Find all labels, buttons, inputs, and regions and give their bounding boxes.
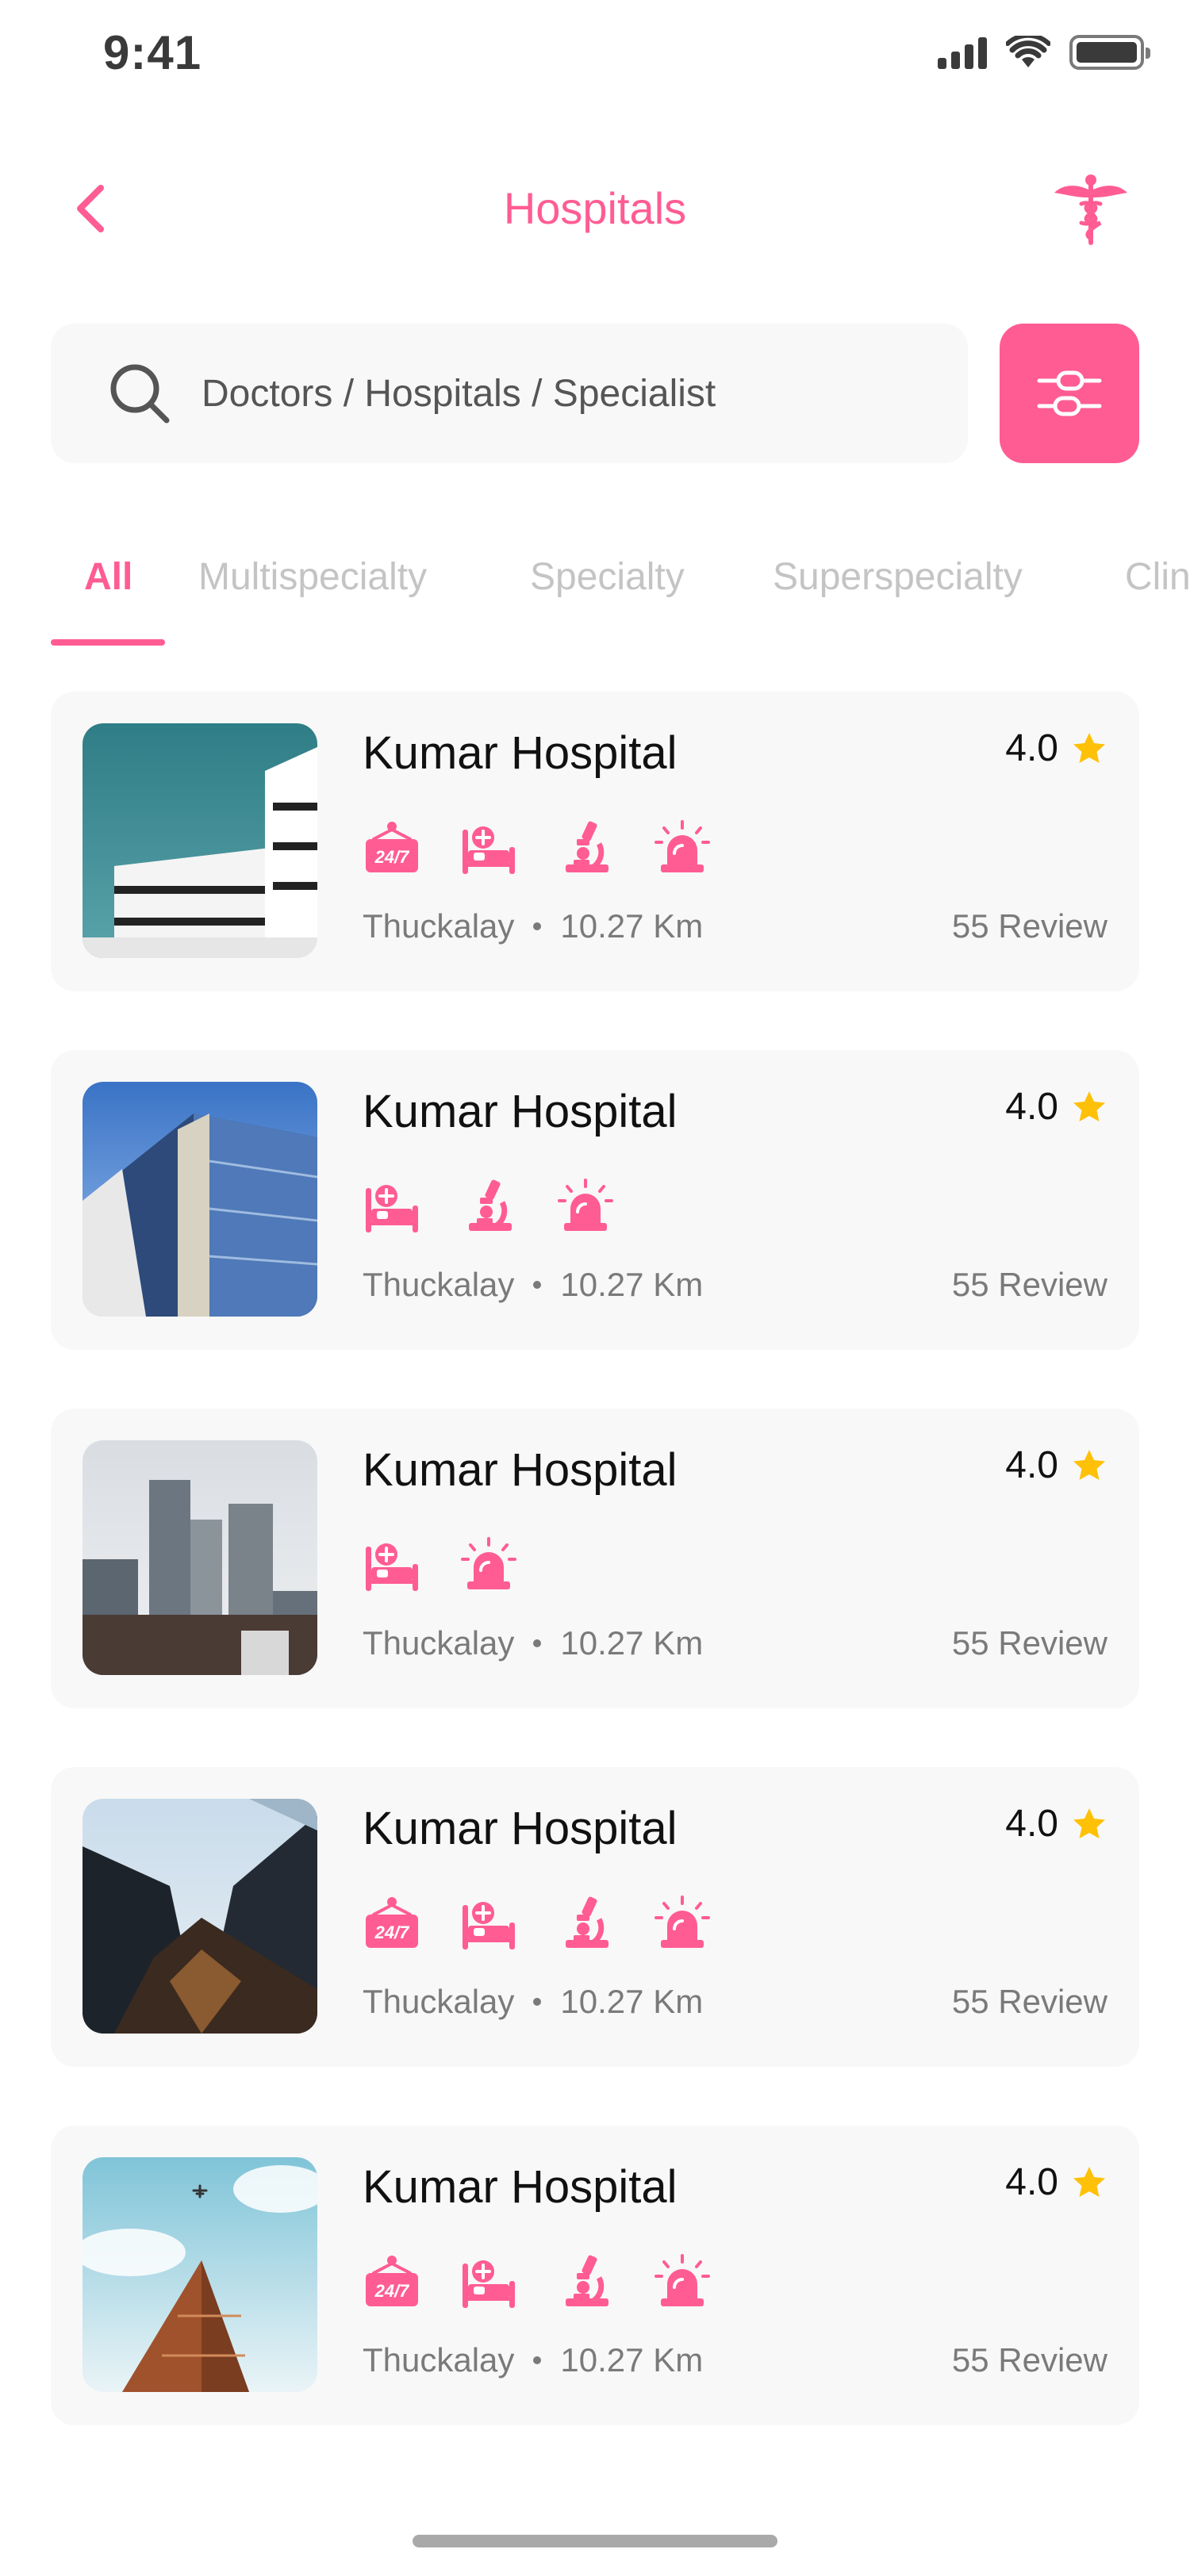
hospital-name: Kumar Hospital	[363, 1444, 678, 1496]
emergency-siren-icon	[459, 1535, 518, 1594]
wifi-icon	[1006, 36, 1050, 67]
distance: 10.27 Km	[560, 2341, 704, 2379]
hospital-image	[83, 1440, 317, 1675]
24-7-icon	[363, 1894, 421, 1953]
rating: 4.0	[1005, 2160, 1107, 2204]
hospital-bed-icon	[459, 818, 518, 877]
search-icon	[110, 364, 170, 424]
category-tabs: All Multispecialty Specialty Superspecia…	[0, 539, 1190, 650]
microscope-icon	[556, 2252, 615, 2311]
hospital-card[interactable]: Kumar Hospital 4.0 Thuckalay 10.27 Km 55…	[51, 1050, 1139, 1350]
separator-dot	[533, 2356, 542, 2364]
rating: 4.0	[1005, 726, 1107, 770]
distance: 10.27 Km	[560, 907, 704, 945]
signal-icon	[938, 36, 987, 69]
microscope-icon	[459, 1177, 518, 1236]
location-info: Thuckalay 10.27 Km	[363, 1624, 703, 1662]
status-bar: 9:41	[0, 0, 1190, 111]
location-name: Thuckalay	[363, 1266, 515, 1303]
emergency-siren-icon	[653, 2252, 712, 2311]
active-tab-indicator	[51, 639, 165, 646]
star-icon	[1071, 1089, 1107, 1125]
hospital-image	[83, 1082, 317, 1317]
hospital-image	[83, 2157, 317, 2392]
status-icons	[938, 35, 1150, 70]
rating-value: 4.0	[1005, 1086, 1058, 1128]
hospital-card[interactable]: Kumar Hospital 4.0 Thuckalay 10.27 Km 55…	[51, 2126, 1139, 2425]
hospital-card[interactable]: Kumar Hospital 4.0 Thuckalay 10.27 Km 55…	[51, 1409, 1139, 1708]
emergency-siren-icon	[653, 818, 712, 877]
hospital-bed-icon	[363, 1535, 421, 1594]
home-indicator[interactable]	[413, 2535, 777, 2547]
distance: 10.27 Km	[560, 1624, 704, 1662]
sliders-icon	[1037, 370, 1102, 416]
hospital-name: Kumar Hospital	[363, 727, 678, 779]
star-icon	[1071, 1806, 1107, 1842]
separator-dot	[533, 922, 542, 930]
rating-value: 4.0	[1005, 727, 1058, 769]
hospital-card[interactable]: Kumar Hospital 4.0 Thuckalay 10.27 Km 55…	[51, 692, 1139, 991]
rating-value: 4.0	[1005, 1444, 1058, 1486]
microscope-icon	[556, 818, 615, 877]
amenity-icons	[363, 1535, 518, 1594]
amenity-icons	[363, 818, 712, 877]
review-count: 55 Review	[951, 1983, 1107, 2020]
rating: 4.0	[1005, 1085, 1107, 1129]
location-name: Thuckalay	[363, 1983, 515, 2020]
location-name: Thuckalay	[363, 907, 515, 945]
review-count: 55 Review	[951, 1266, 1107, 1303]
tab-specialty[interactable]: Specialty	[530, 555, 685, 599]
distance: 10.27 Km	[560, 1983, 704, 2020]
rating: 4.0	[1005, 1802, 1107, 1846]
hospital-image	[83, 1799, 317, 2034]
location-info: Thuckalay 10.27 Km	[363, 1266, 703, 1304]
location-name: Thuckalay	[363, 1624, 515, 1662]
hospital-name: Kumar Hospital	[363, 1803, 678, 1854]
hospital-card[interactable]: Kumar Hospital 4.0 Thuckalay 10.27 Km 55…	[51, 1767, 1139, 2067]
hospital-name: Kumar Hospital	[363, 2161, 678, 2213]
hospital-bed-icon	[363, 1177, 421, 1236]
separator-dot	[533, 1281, 542, 1289]
separator-dot	[533, 1639, 542, 1647]
location-info: Thuckalay 10.27 Km	[363, 2341, 703, 2379]
amenity-icons	[363, 1177, 615, 1236]
review-count: 55 Review	[951, 2341, 1107, 2379]
hospital-name: Kumar Hospital	[363, 1086, 678, 1137]
filter-button[interactable]	[1000, 324, 1139, 463]
star-icon	[1071, 730, 1107, 767]
star-icon	[1071, 2164, 1107, 2201]
review-count: 55 Review	[951, 907, 1107, 945]
review-count: 55 Review	[951, 1624, 1107, 1662]
separator-dot	[533, 1998, 542, 2006]
rating-value: 4.0	[1005, 1803, 1058, 1845]
tab-clinic[interactable]: Clinic	[1125, 555, 1190, 599]
tab-all[interactable]: All	[84, 555, 132, 599]
location-name: Thuckalay	[363, 2341, 515, 2379]
hospital-image	[83, 723, 317, 958]
distance: 10.27 Km	[560, 1266, 704, 1303]
hospital-bed-icon	[459, 2252, 518, 2311]
search-input[interactable]	[202, 355, 916, 431]
amenity-icons	[363, 1894, 712, 1953]
24-7-icon	[363, 2252, 421, 2311]
microscope-icon	[556, 1894, 615, 1953]
caduceus-icon[interactable]	[1051, 171, 1130, 250]
amenity-icons	[363, 2252, 712, 2311]
battery-icon	[1069, 35, 1150, 70]
24-7-icon	[363, 818, 421, 877]
tab-multispecialty[interactable]: Multispecialty	[198, 555, 427, 599]
rating-value: 4.0	[1005, 2161, 1058, 2203]
header: Hospitals	[0, 159, 1190, 262]
search-box	[51, 324, 968, 463]
status-time: 9:41	[103, 26, 202, 79]
location-info: Thuckalay 10.27 Km	[363, 907, 703, 945]
star-icon	[1071, 1447, 1107, 1484]
tab-superspecialty[interactable]: Superspecialty	[773, 555, 1023, 599]
location-info: Thuckalay 10.27 Km	[363, 1983, 703, 2021]
rating: 4.0	[1005, 1443, 1107, 1487]
hospital-bed-icon	[459, 1894, 518, 1953]
emergency-siren-icon	[556, 1177, 615, 1236]
emergency-siren-icon	[653, 1894, 712, 1953]
page-title: Hospitals	[503, 183, 687, 233]
